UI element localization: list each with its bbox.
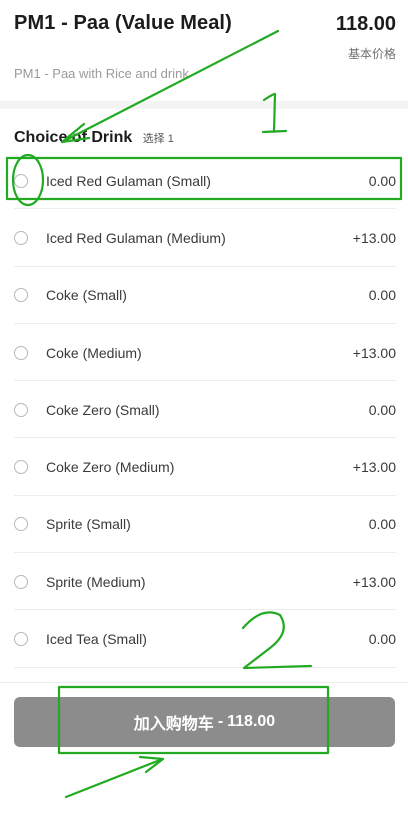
option-row[interactable]: Sprite (Small) 0.00 <box>0 496 408 554</box>
section-title: Choice of Drink <box>14 129 133 146</box>
price-separator: - <box>217 713 224 730</box>
option-price: 0.00 <box>368 172 396 189</box>
option-row[interactable]: Coke Zero (Small) 0.00 <box>0 381 408 439</box>
option-label: Sprite (Medium) <box>46 573 146 590</box>
option-price: +13.00 <box>352 229 396 246</box>
option-row[interactable]: Coke Zero (Medium) +13.00 <box>0 438 408 497</box>
radio-button[interactable] <box>14 517 28 532</box>
radio-button[interactable] <box>14 632 28 647</box>
radio-button[interactable] <box>14 574 28 589</box>
option-label: Sprite (Small) <box>46 516 131 533</box>
radio-button[interactable] <box>14 460 28 475</box>
cart-total: 118.00 <box>227 713 276 730</box>
item-price: 118.00 <box>335 13 396 35</box>
drink-options-list: Iced Red Gulaman (Small) 0.00 Iced Red G… <box>0 152 408 668</box>
option-row[interactable]: Iced Red Gulaman (Small) 0.00 <box>0 152 408 210</box>
radio-button[interactable] <box>14 173 28 188</box>
option-price: 0.00 <box>368 516 396 533</box>
add-to-cart-label: 加入购物车 <box>133 716 214 733</box>
cart-footer: 加入购物车 - 118.00 <box>0 682 408 813</box>
option-label: Iced Tea (Small) <box>46 631 147 648</box>
radio-button[interactable] <box>14 345 28 360</box>
option-row[interactable]: Iced Tea (Small) 0.00 <box>0 610 408 668</box>
option-label: Coke (Small) <box>46 287 127 304</box>
option-price: 0.00 <box>368 631 396 648</box>
option-price: 0.00 <box>368 401 396 418</box>
option-label: Coke Zero (Medium) <box>46 459 175 476</box>
radio-button[interactable] <box>14 402 28 417</box>
section-divider <box>0 101 408 109</box>
option-row[interactable]: Sprite (Medium) +13.00 <box>0 553 408 611</box>
option-row[interactable]: Iced Red Gulaman (Medium) +13.00 <box>0 209 408 267</box>
section-hint: 选择 1 <box>142 133 174 145</box>
option-price: +13.00 <box>352 459 396 476</box>
option-price: 0.00 <box>368 287 396 304</box>
item-title: PM1 - Paa (Value Meal) <box>14 12 232 34</box>
option-label: Iced Red Gulaman (Small) <box>46 172 211 189</box>
option-label: Coke Zero (Small) <box>46 401 160 418</box>
option-row[interactable]: Coke (Small) 0.00 <box>0 267 408 325</box>
radio-button[interactable] <box>14 230 28 245</box>
option-price: +13.00 <box>352 573 396 590</box>
option-price: +13.00 <box>352 344 396 361</box>
option-label: Iced Red Gulaman (Medium) <box>46 229 226 246</box>
add-to-cart-button[interactable]: 加入购物车 - 118.00 <box>14 697 395 747</box>
option-label: Coke (Medium) <box>46 344 142 361</box>
radio-button[interactable] <box>14 288 28 303</box>
option-row[interactable]: Coke (Medium) +13.00 <box>0 324 408 382</box>
item-description: PM1 - Paa with Rice and drink <box>14 66 189 81</box>
base-price-label: 基本价格 <box>347 47 396 61</box>
item-header: PM1 - Paa (Value Meal) 118.00 基本价格 PM1 -… <box>0 0 408 100</box>
drink-section-header: Choice of Drink 选择 1 <box>14 129 174 151</box>
